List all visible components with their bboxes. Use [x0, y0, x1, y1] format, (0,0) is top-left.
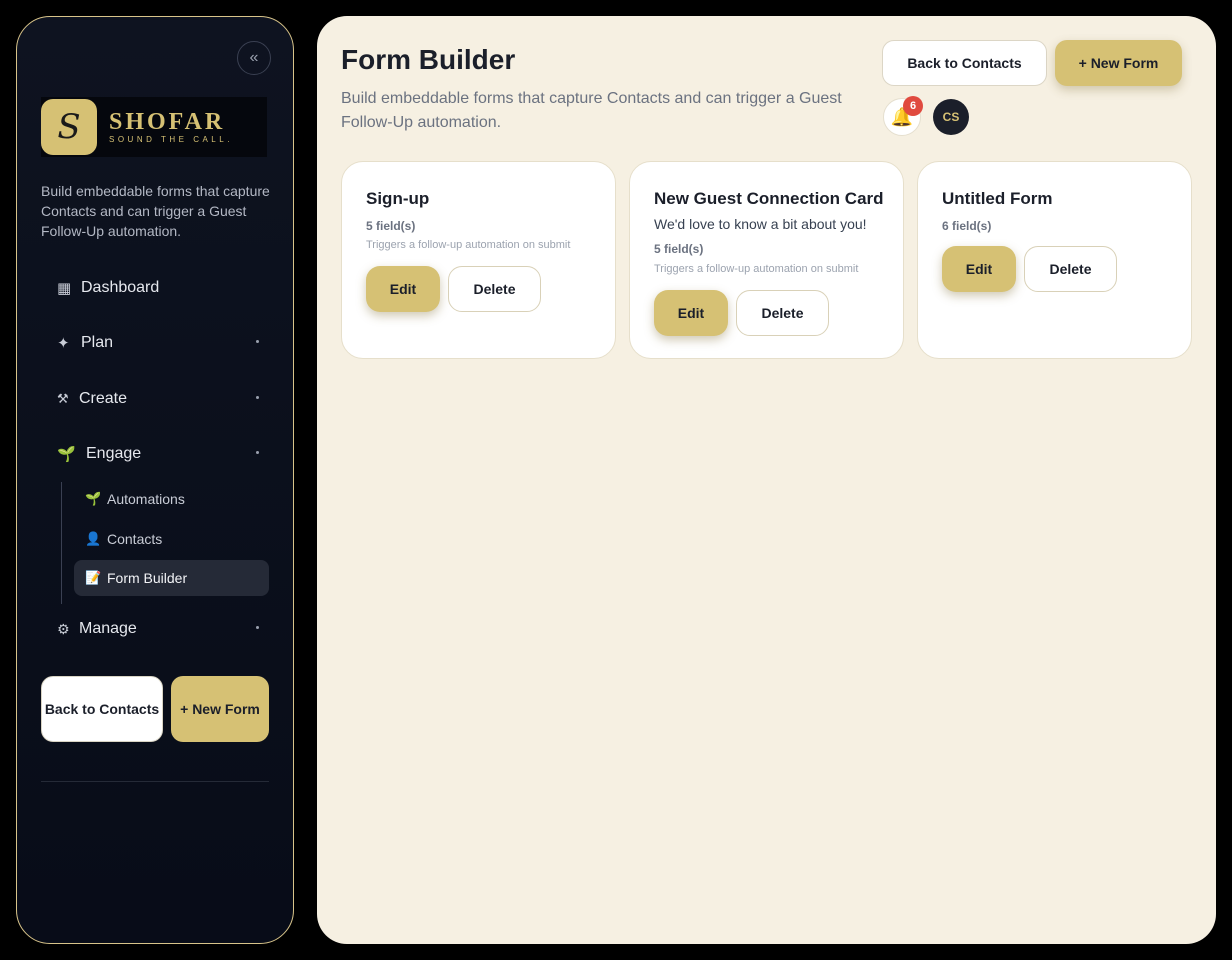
nav-item-manage[interactable]: ⚙ Manage — [57, 614, 259, 644]
new-form-button[interactable]: + New Form — [1055, 40, 1182, 86]
grid-icon: ▦ — [57, 280, 72, 297]
back-to-contacts-button[interactable]: Back to Contacts — [41, 676, 163, 742]
delete-form-button[interactable]: Delete — [736, 290, 829, 336]
edit-form-button[interactable]: Edit — [366, 266, 440, 312]
sidebar-item-label: Automations — [107, 491, 185, 507]
form-card: Sign-up 5 field(s) Triggers a follow-up … — [341, 161, 616, 359]
nav-item-label: Dashboard — [81, 279, 160, 296]
gear-icon: ⚙ — [57, 620, 70, 637]
submenu-guide-line — [61, 482, 62, 604]
form-field-count: 5 field(s) — [654, 242, 704, 256]
back-to-contacts-button[interactable]: Back to Contacts — [882, 40, 1047, 86]
sidebar: « S SHOFAR SOUND THE CALL. Build embedda… — [16, 16, 294, 944]
notification-count-badge: 6 — [903, 96, 923, 116]
nav-item-label: Create — [79, 390, 128, 407]
sidebar-description: Build embeddable forms that capture Cont… — [41, 183, 270, 239]
form-trigger-note: Triggers a follow-up automation on submi… — [366, 239, 571, 251]
new-form-button[interactable]: + New Form — [171, 676, 269, 742]
form-card: New Guest Connection Card We'd love to k… — [629, 161, 904, 359]
expand-dot-icon — [256, 340, 259, 343]
logo[interactable]: S SHOFAR SOUND THE CALL. — [41, 97, 267, 157]
delete-form-button[interactable]: Delete — [1024, 246, 1117, 292]
form-field-count: 5 field(s) — [366, 219, 416, 233]
sidebar-item-automations[interactable]: 🌱 Automations — [74, 481, 269, 517]
form-card-title: Untitled Form — [942, 189, 1053, 208]
collapse-sidebar-button[interactable]: « — [237, 41, 271, 75]
nav-item-label: Plan — [81, 334, 114, 351]
nav-item-label: Manage — [79, 620, 137, 637]
expand-dot-icon — [256, 626, 259, 629]
tools-icon: ⚒ — [57, 391, 69, 406]
person-icon: 👤 — [85, 531, 102, 546]
seedling-icon: 🌱 — [85, 491, 102, 506]
sparkle-icon: ✦ — [57, 335, 70, 352]
edit-form-button[interactable]: Edit — [654, 290, 728, 336]
expand-dot-icon — [256, 396, 259, 399]
avatar[interactable]: CS — [933, 99, 969, 135]
page-description: Build embeddable forms that capture Cont… — [341, 90, 842, 131]
memo-icon: 📝 — [85, 570, 102, 585]
seedling-icon: 🌱 — [57, 446, 76, 463]
sidebar-item-form-builder[interactable]: 📝 Form Builder — [74, 560, 269, 596]
form-trigger-note: Triggers a follow-up automation on submi… — [654, 263, 859, 275]
nav-item-dashboard[interactable]: ▦ Dashboard — [57, 273, 259, 303]
sidebar-item-label: Contacts — [107, 531, 163, 547]
nav-item-create[interactable]: ⚒ Create — [57, 384, 259, 414]
logo-tagline: SOUND THE CALL. — [109, 135, 233, 144]
delete-form-button[interactable]: Delete — [448, 266, 541, 312]
logo-name: SHOFAR — [109, 109, 226, 135]
double-chevron-left-icon: « — [249, 49, 259, 66]
edit-form-button[interactable]: Edit — [942, 246, 1016, 292]
nav-item-label: Engage — [86, 445, 142, 462]
form-card: Untitled Form 6 field(s) Edit Delete — [917, 161, 1192, 359]
form-card-title: New Guest Connection Card — [654, 189, 884, 208]
nav-item-plan[interactable]: ✦ Plan — [57, 328, 259, 358]
form-field-count: 6 field(s) — [942, 219, 992, 233]
sidebar-divider — [41, 781, 269, 782]
logo-mark: S — [41, 99, 97, 155]
sidebar-item-label: Form Builder — [107, 570, 188, 586]
form-card-title: Sign-up — [366, 189, 430, 208]
form-card-subtitle: We'd love to know a bit about you! — [654, 216, 867, 232]
sidebar-item-contacts[interactable]: 👤 Contacts — [74, 521, 269, 557]
expand-dot-icon — [256, 451, 259, 454]
main-content: Form Builder Build embeddable forms that… — [317, 16, 1216, 944]
nav-item-engage[interactable]: 🌱 Engage — [57, 439, 259, 469]
page-title: Form Builder — [341, 44, 516, 75]
